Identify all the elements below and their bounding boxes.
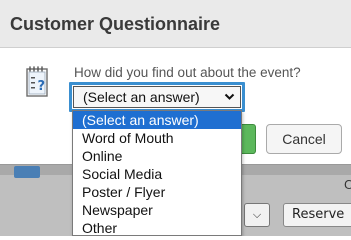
dropdown-option[interactable]: Word of Mouth bbox=[73, 129, 241, 147]
answer-dropdown-list: (Select an answer) Word of Mouth Online … bbox=[72, 110, 242, 236]
answer-select-value: (Select an answer) bbox=[83, 89, 200, 105]
background-partial-text: C bbox=[344, 178, 351, 192]
dropdown-option[interactable]: Online bbox=[73, 147, 241, 165]
dropdown-option[interactable]: Newspaper bbox=[73, 201, 241, 219]
background-blue-element bbox=[14, 166, 40, 178]
dropdown-option[interactable]: Social Media bbox=[73, 165, 241, 183]
chevron-down-icon bbox=[224, 93, 235, 100]
questionnaire-clipboard-icon: ? bbox=[26, 66, 48, 97]
svg-text:?: ? bbox=[38, 79, 46, 94]
dropdown-option[interactable]: (Select an answer) bbox=[73, 111, 241, 129]
cancel-button[interactable]: Cancel bbox=[266, 124, 342, 154]
screen: C ⌵ Reserve Customer Questionnaire ? How… bbox=[0, 0, 351, 236]
dropdown-option[interactable]: Poster / Flyer bbox=[73, 183, 241, 201]
dropdown-option[interactable]: Other bbox=[73, 219, 241, 235]
dialog-header: Customer Questionnaire bbox=[0, 0, 351, 48]
background-select[interactable]: ⌵ bbox=[244, 203, 270, 227]
question-label: How did you find out about the event? bbox=[74, 65, 301, 80]
dialog-title: Customer Questionnaire bbox=[10, 14, 221, 34]
reserve-button[interactable]: Reserve bbox=[283, 203, 351, 227]
answer-select[interactable]: (Select an answer) bbox=[73, 86, 241, 108]
chevron-down-icon: ⌵ bbox=[252, 208, 262, 221]
